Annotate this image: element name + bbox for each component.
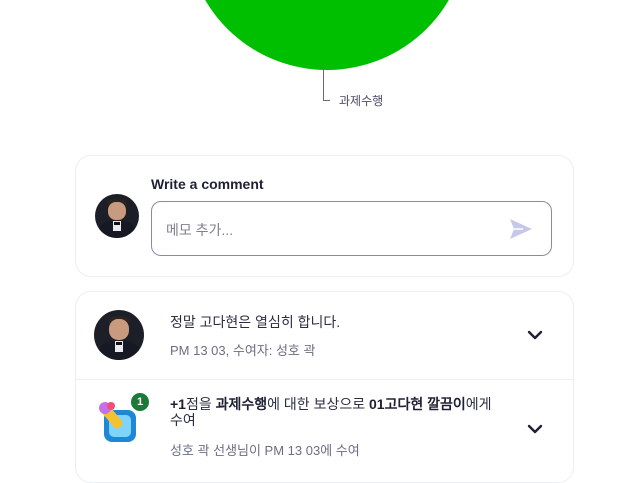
reward-category: 과제수행 <box>215 396 268 412</box>
chevron-down-icon[interactable] <box>527 424 543 434</box>
comment-card: Write a comment <box>75 155 574 277</box>
reward-points: +1 <box>170 396 186 412</box>
reward-message: +1점을 과제수행에 대한 보상으로 01고다현 깔끔이에게 수여 <box>170 396 500 428</box>
memo-input[interactable] <box>164 217 498 243</box>
chevron-down-icon[interactable] <box>527 330 543 340</box>
feed-card: 정말 고다현은 열심히 합니다. PM 13 03, 수여자: 성호 곽 1 +… <box>75 291 574 483</box>
feed-item: 정말 고다현은 열심히 합니다. PM 13 03, 수여자: 성호 곽 <box>76 292 573 380</box>
reward-text-part: 점을 <box>185 396 216 412</box>
pie-slice-label: 과제수행 <box>339 94 384 108</box>
reward-student: 01고다현 깔끔이 <box>369 396 466 412</box>
feed-meta: PM 13 03, 수여자: 성호 곽 <box>170 343 316 358</box>
comment-title: Write a comment <box>151 176 264 192</box>
reward-count-badge: 1 <box>131 393 149 411</box>
pie-leader-line <box>323 68 330 101</box>
feed-message: 정말 고다현은 열심히 합니다. <box>170 314 341 330</box>
feed-meta: 성호 곽 선생님이 PM 13 03에 수여 <box>170 443 360 458</box>
avatar <box>94 310 144 360</box>
feed-item: 1 +1점을 과제수행에 대한 보상으로 01고다현 깔끔이에게 수여 성호 곽… <box>76 380 573 480</box>
avatar <box>95 194 139 238</box>
pie-chart-slice <box>186 0 468 70</box>
send-icon[interactable] <box>509 218 533 240</box>
reward-text-part: 에 대한 보상으로 <box>267 396 369 412</box>
memo-field <box>151 201 552 256</box>
